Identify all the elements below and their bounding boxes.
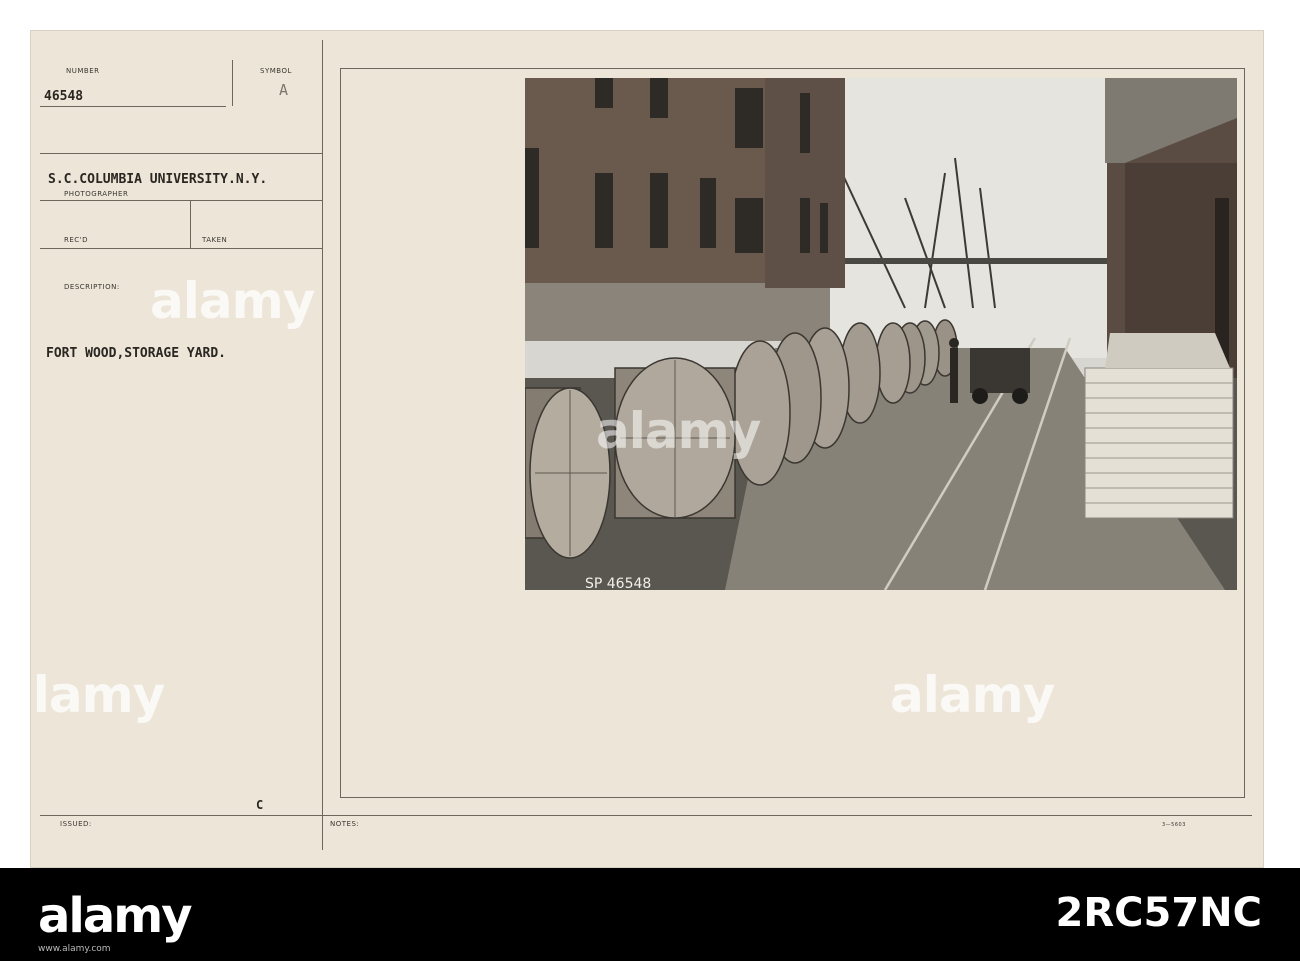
rule-column-divider bbox=[322, 40, 323, 850]
notes-label: NOTES: bbox=[330, 820, 360, 828]
recd-label: REC'D bbox=[64, 236, 88, 244]
c-mark: C bbox=[256, 798, 264, 812]
rule-footer-top bbox=[40, 815, 1252, 816]
rule-number-bottom bbox=[40, 106, 226, 107]
rule-recd-bottom bbox=[40, 248, 322, 249]
description-value: FORT WOOD,STORAGE YARD. bbox=[46, 346, 227, 361]
form-code: 3—5603 bbox=[1162, 822, 1186, 828]
watermark-left: alamy bbox=[150, 272, 315, 330]
photographer-value: S.C.COLUMBIA UNIVERSITY.N.Y. bbox=[48, 172, 268, 187]
footer-caption: www.alamy.com bbox=[38, 944, 111, 954]
number-label: NUMBER bbox=[66, 67, 100, 75]
rule-photographer-bottom bbox=[40, 200, 322, 201]
historical-photograph: SP 46548 bbox=[525, 78, 1237, 590]
taken-label: TAKEN bbox=[202, 236, 228, 244]
symbol-label: SYMBOL bbox=[260, 67, 292, 75]
description-label: DESCRIPTION: bbox=[64, 283, 120, 291]
photographer-label: PHOTOGRAPHER bbox=[64, 190, 129, 198]
rule-number-symbol-divider bbox=[232, 60, 233, 106]
rule-header-bottom bbox=[40, 153, 322, 154]
rule-recd-taken-divider bbox=[190, 200, 191, 248]
watermark-bottom-right: alamy bbox=[890, 666, 1055, 724]
storage-yard-photo-illustration: SP 46548 bbox=[525, 78, 1237, 590]
symbol-value: A bbox=[279, 81, 289, 99]
footer-image-id: 2RC57NC bbox=[1055, 890, 1262, 936]
issued-label: ISSUED: bbox=[60, 820, 92, 828]
negative-number: SP 46548 bbox=[585, 576, 651, 590]
watermark-bottom-left: alamy bbox=[0, 666, 165, 724]
footer-logo: alamy bbox=[38, 888, 193, 944]
watermark-photo: alamy bbox=[596, 402, 761, 460]
number-value: 46548 bbox=[44, 89, 84, 104]
